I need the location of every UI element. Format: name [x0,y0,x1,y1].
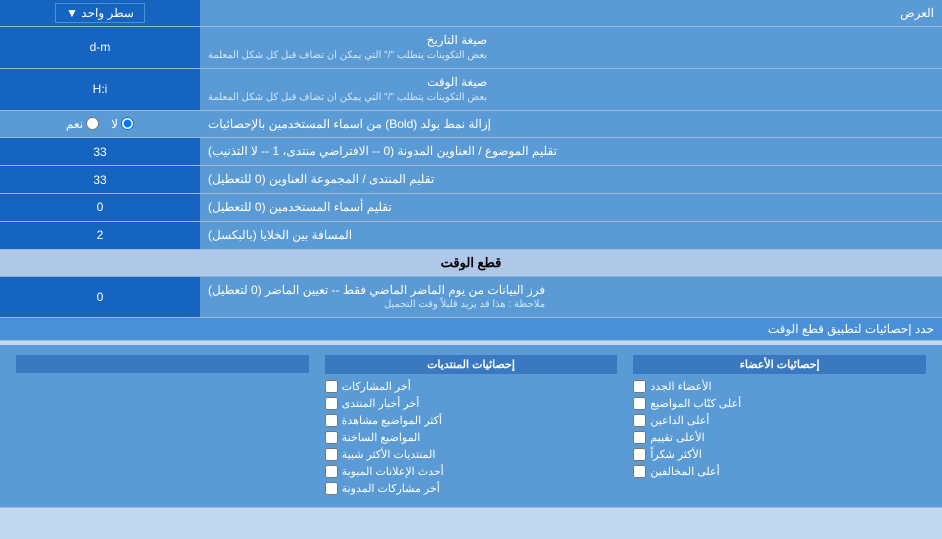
forum-titles-field[interactable] [6,173,194,187]
checkbox-item: أحدث الإعلانات المبوبة [325,463,618,480]
date-format-label: صيغة التاريخ بعض التكوينات يتطلب "/" الت… [200,27,942,68]
time-format-row: صيغة الوقت بعض التكوينات يتطلب "/" التي … [0,69,942,111]
checkbox-hot-topics[interactable] [325,431,338,444]
bold-remove-label: إزالة نمط بولد (Bold) من اسماء المستخدمي… [200,111,942,138]
forum-titles-input [0,166,200,193]
time-format-label: صيغة الوقت بعض التكوينات يتطلب "/" التي … [200,69,942,110]
col-middle-header: إحصائيات المنتديات [325,355,618,374]
forum-titles-row: تقليم المنتدى / المجموعة العناوين (0 للت… [0,166,942,194]
checkbox-item: الأعلى تقييم [633,429,926,446]
topics-titles-row: تقليم الموضوع / العناوين المدونة (0 -- ا… [0,138,942,166]
cutoff-section-header: قطع الوقت [0,250,942,277]
col-middle: إحصائيات المنتديات أخر المشاركات أخر أخب… [317,351,626,501]
cutoff-days-input [0,277,200,318]
cell-spacing-row: المسافة بين الخلايا (بالبكسل) [0,222,942,250]
checkbox-item: أعلى المخالفين [633,463,926,480]
bold-remove-yes-radio[interactable] [86,117,99,130]
checkbox-item: أخر المشاركات [325,378,618,395]
checkbox-item: أكثر المواضيع مشاهدة [325,412,618,429]
display-input: سطر واحد ▼ [0,0,200,26]
date-format-input [0,27,200,68]
checkbox-top-topic-writers[interactable] [633,397,646,410]
cell-spacing-field[interactable] [6,228,194,242]
checkbox-most-viewed[interactable] [325,414,338,427]
main-container: العرض سطر واحد ▼ صيغة التاريخ بعض التكوي… [0,0,942,508]
checkbox-item: المواضيع الساخنة [325,429,618,446]
topics-titles-field[interactable] [6,145,194,159]
bold-remove-row: إزالة نمط بولد (Bold) من اسماء المستخدمي… [0,111,942,139]
stats-apply-header: حدد إحصائيات لتطبيق قطع الوقت [0,318,942,341]
checkbox-latest-classified-ads[interactable] [325,465,338,478]
cutoff-days-row: فرز البيانات من يوم الماضر الماضي فقط --… [0,277,942,319]
bold-remove-yes-label[interactable]: نعم [66,117,99,131]
checkbox-item: أخر مشاركات المدونة [325,480,618,497]
cell-spacing-input [0,222,200,249]
usernames-input [0,194,200,221]
checkbox-item: الأعضاء الجدد [633,378,926,395]
col-right: إحصائيات الأعضاء الأعضاء الجدد أعلى كتّا… [625,351,934,501]
forum-titles-label: تقليم المنتدى / المجموعة العناوين (0 للت… [200,166,942,193]
topics-titles-input [0,138,200,165]
checkboxes-grid: إحصائيات الأعضاء الأعضاء الجدد أعلى كتّا… [8,351,934,501]
checkbox-most-thanked[interactable] [633,448,646,461]
checkbox-last-posts[interactable] [325,380,338,393]
cutoff-days-label: فرز البيانات من يوم الماضر الماضي فقط --… [200,277,942,318]
display-dropdown-label: سطر واحد [81,6,134,20]
time-format-input [0,69,200,110]
bold-remove-options: لا نعم [0,113,200,135]
checkbox-item: المنتديات الأكثر شبية [325,446,618,463]
checkboxes-section: إحصائيات الأعضاء الأعضاء الجدد أعلى كتّا… [0,345,942,508]
col-right-header: إحصائيات الأعضاء [633,355,926,374]
dropdown-arrow-icon: ▼ [66,6,78,20]
checkbox-item: أخر أخبار المنتدى [325,395,618,412]
cutoff-days-field[interactable] [6,290,194,304]
display-row: العرض سطر واحد ▼ [0,0,942,27]
checkbox-top-inviters[interactable] [633,414,646,427]
cell-spacing-label: المسافة بين الخلايا (بالبكسل) [200,222,942,249]
col-left [8,351,317,501]
bold-remove-no-radio[interactable] [121,117,134,130]
checkbox-last-news[interactable] [325,397,338,410]
usernames-row: تقليم أسماء المستخدمين (0 للتعطيل) [0,194,942,222]
usernames-label: تقليم أسماء المستخدمين (0 للتعطيل) [200,194,942,221]
time-format-field[interactable] [6,82,194,96]
display-label: العرض [200,2,942,24]
display-dropdown[interactable]: سطر واحد ▼ [55,3,145,23]
bold-remove-no-label[interactable]: لا [111,117,134,131]
checkbox-item: أعلى كتّاب المواضيع [633,395,926,412]
date-format-row: صيغة التاريخ بعض التكوينات يتطلب "/" الت… [0,27,942,69]
col-left-header [16,355,309,373]
topics-titles-label: تقليم الموضوع / العناوين المدونة (0 -- ا… [200,138,942,165]
checkbox-most-active-forums[interactable] [325,448,338,461]
checkbox-top-rated[interactable] [633,431,646,444]
checkbox-item: الأكثر شكراً [633,446,926,463]
checkbox-last-blog-posts[interactable] [325,482,338,495]
usernames-field[interactable] [6,200,194,214]
date-format-field[interactable] [6,40,194,54]
checkbox-top-violators[interactable] [633,465,646,478]
checkbox-new-members[interactable] [633,380,646,393]
checkbox-item: أعلى الداعين [633,412,926,429]
